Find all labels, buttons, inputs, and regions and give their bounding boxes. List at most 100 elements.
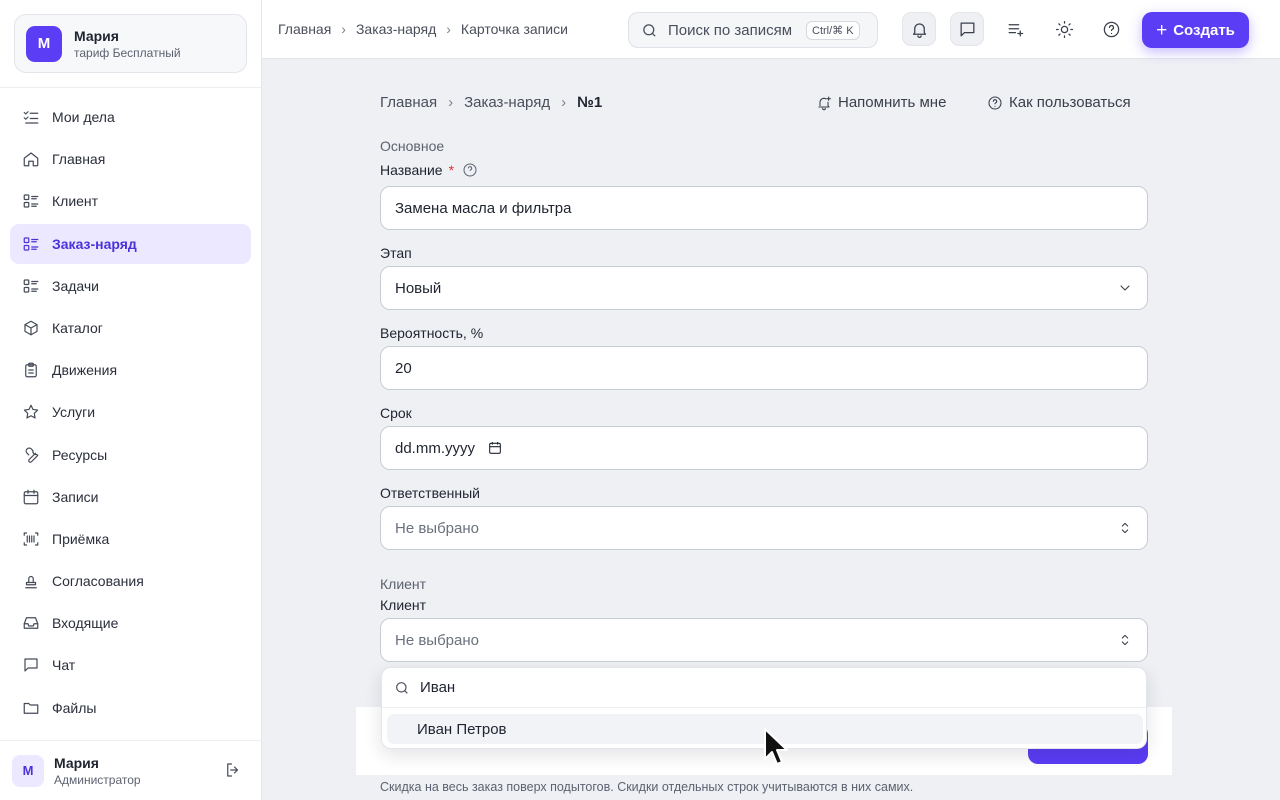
client-select[interactable]: Не выбрано bbox=[380, 618, 1148, 662]
list-check-icon bbox=[23, 111, 39, 124]
discount-hint: Скидка на весь заказ поверх подытогов. С… bbox=[380, 780, 914, 794]
bell-plus-icon bbox=[818, 95, 831, 110]
chat-icon bbox=[24, 658, 38, 673]
name-label: Название * bbox=[380, 162, 478, 178]
chevron-down-icon bbox=[1120, 285, 1130, 291]
probability-field[interactable]: 20 bbox=[380, 346, 1148, 390]
home-icon bbox=[23, 152, 39, 167]
star-icon bbox=[23, 404, 39, 419]
sidebar-item-approvals[interactable]: Согласования bbox=[10, 561, 251, 601]
messages-button[interactable] bbox=[950, 12, 984, 46]
name-field[interactable]: Замена масла и фильтра bbox=[380, 186, 1148, 230]
responsible-label: Ответственный bbox=[380, 485, 480, 501]
sun-icon bbox=[1055, 20, 1073, 38]
user-panel: М Мария Администратор bbox=[0, 740, 261, 800]
help-circle-icon bbox=[988, 95, 1002, 110]
sidebar-item-reception[interactable]: Приёмка bbox=[10, 519, 251, 559]
search-placeholder: Поиск по записям bbox=[668, 21, 793, 39]
probability-label: Вероятность, % bbox=[380, 325, 484, 341]
sidebar-item-label: Ресурсы bbox=[52, 446, 108, 463]
user-name: Мария bbox=[54, 754, 99, 771]
section-main-title: Основное bbox=[380, 138, 445, 154]
notifications-button[interactable] bbox=[902, 12, 936, 46]
search-input[interactable]: Поиск по записям Ctrl/⌘ K bbox=[628, 12, 878, 48]
required-marker: * bbox=[448, 162, 455, 178]
stage-label: Этап bbox=[380, 245, 412, 261]
sidebar: М Мария тариф Бесплатный Мои дела Главна… bbox=[0, 0, 262, 800]
sidebar-item-records[interactable]: Записи bbox=[10, 477, 251, 517]
chat-icon bbox=[960, 22, 974, 36]
tasks-add-button[interactable] bbox=[998, 12, 1032, 46]
responsible-value: Не выбрано bbox=[395, 519, 479, 537]
org-switcher[interactable]: М Мария тариф Бесплатный bbox=[14, 14, 247, 73]
topbar: Главная › Заказ-наряд › Карточка записи … bbox=[262, 0, 1280, 59]
org-plan: тариф Бесплатный bbox=[74, 45, 181, 60]
list-plus-icon bbox=[1008, 23, 1023, 36]
breadcrumb: Главная › Заказ-наряд › Карточка записи bbox=[278, 21, 568, 37]
chevron-updown-icon bbox=[1121, 634, 1129, 646]
sidebar-item-client[interactable]: Клиент bbox=[10, 181, 251, 221]
client-search-input[interactable]: Иван bbox=[382, 668, 1146, 708]
bell-icon bbox=[912, 22, 926, 38]
sidebar-item-label: Каталог bbox=[52, 319, 103, 336]
sidebar-item-files[interactable]: Файлы bbox=[10, 688, 251, 728]
sidebar-item-label: Заказ-наряд bbox=[52, 235, 137, 252]
sidebar-item-label: Главная bbox=[52, 151, 106, 168]
sidebar-item-label: Задачи bbox=[52, 277, 100, 294]
org-avatar: М bbox=[26, 25, 62, 62]
sidebar-item-resources[interactable]: Ресурсы bbox=[10, 435, 251, 475]
theme-toggle-button[interactable] bbox=[1047, 12, 1081, 46]
help-button[interactable] bbox=[1094, 12, 1128, 46]
deadline-date-field[interactable]: dd.mm.yyyy bbox=[380, 426, 1148, 470]
calendar-icon bbox=[23, 489, 39, 505]
search-icon bbox=[643, 23, 656, 37]
sidebar-item-catalog[interactable]: Каталог bbox=[10, 308, 251, 348]
client-search-query: Иван bbox=[420, 679, 456, 696]
avatar: М bbox=[12, 754, 44, 787]
sidebar-item-services[interactable]: Услуги bbox=[10, 392, 251, 432]
sidebar-item-label: Движения bbox=[52, 362, 118, 379]
wrench-icon bbox=[25, 447, 39, 463]
user-role: Администратор bbox=[54, 772, 141, 787]
stage-select[interactable]: Новый bbox=[380, 266, 1148, 310]
mouse-cursor-icon bbox=[764, 728, 788, 765]
remind-me-button[interactable]: Напомнить мне bbox=[816, 94, 946, 111]
name-label-text: Название bbox=[380, 162, 443, 178]
remind-me-label: Напомнить мне bbox=[838, 94, 947, 111]
create-button[interactable]: + Создать bbox=[1142, 12, 1249, 48]
sidebar-item-tasks[interactable]: Задачи bbox=[10, 266, 251, 306]
breadcrumb-home[interactable]: Главная bbox=[278, 21, 331, 37]
chevron-right-icon: › bbox=[341, 21, 346, 37]
probability-value: 20 bbox=[395, 359, 412, 377]
help-circle-icon[interactable] bbox=[462, 162, 478, 178]
record-breadcrumb: Главная › Заказ-наряд › №1 bbox=[380, 94, 602, 111]
logout-icon[interactable] bbox=[224, 761, 242, 779]
responsible-select[interactable]: Не выбрано bbox=[380, 506, 1148, 550]
sidebar-item-chat[interactable]: Чат bbox=[10, 645, 251, 685]
how-to-use-label: Как пользоваться bbox=[1009, 94, 1131, 111]
sidebar-item-label: Согласования bbox=[52, 573, 144, 590]
chevron-updown-icon bbox=[1121, 522, 1129, 534]
box-icon bbox=[24, 320, 38, 336]
sidebar-item-label: Чат bbox=[52, 657, 76, 674]
breadcrumb-current: №1 bbox=[577, 94, 603, 111]
sidebar-item-label: Приёмка bbox=[52, 530, 110, 547]
calendar-icon[interactable] bbox=[487, 440, 503, 456]
sidebar-item-movements[interactable]: Движения bbox=[10, 350, 251, 390]
section-client-title: Клиент bbox=[380, 576, 427, 592]
chevron-right-icon: › bbox=[561, 94, 567, 111]
sidebar-divider bbox=[0, 87, 261, 88]
sidebar-item-home[interactable]: Главная bbox=[10, 139, 251, 179]
breadcrumb-work-order[interactable]: Заказ-наряд bbox=[356, 21, 436, 37]
sidebar-item-label: Входящие bbox=[52, 615, 119, 632]
sidebar-item-work-order[interactable]: Заказ-наряд bbox=[10, 223, 251, 264]
stage-value: Новый bbox=[395, 279, 442, 297]
breadcrumb-work-order[interactable]: Заказ-наряд bbox=[464, 94, 550, 111]
breadcrumb-home[interactable]: Главная bbox=[380, 94, 437, 111]
how-to-use-button[interactable]: Как пользоваться bbox=[987, 94, 1131, 111]
sidebar-item-my-tasks[interactable]: Мои дела bbox=[10, 97, 251, 137]
search-shortcut: Ctrl/⌘ K bbox=[806, 20, 860, 40]
chevron-right-icon: › bbox=[448, 94, 454, 111]
sidebar-item-inbox[interactable]: Входящие bbox=[10, 603, 251, 643]
chevron-right-icon: › bbox=[446, 21, 451, 37]
